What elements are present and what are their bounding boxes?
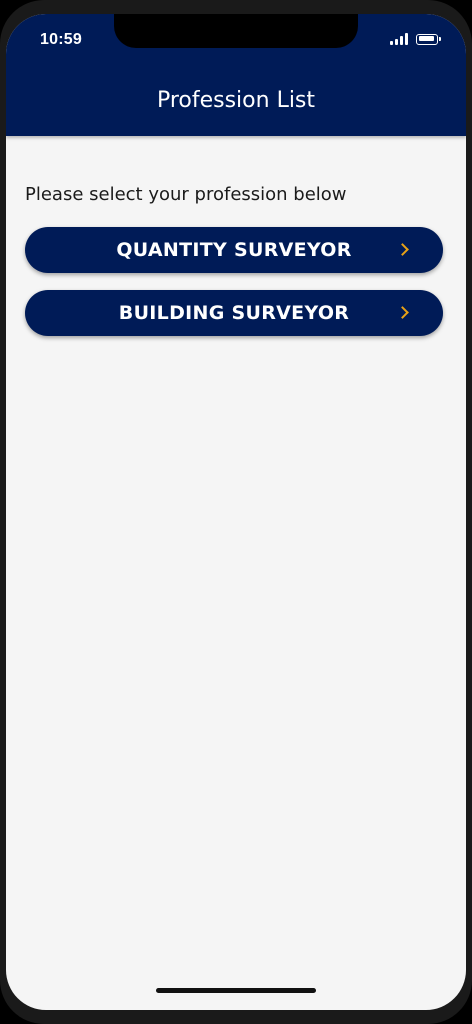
cellular-signal-icon	[390, 33, 408, 45]
profession-button-quantity-surveyor[interactable]: QUANTITY SURVEYOR	[25, 227, 443, 273]
profession-prompt: Please select your profession below	[25, 184, 347, 205]
home-indicator[interactable]	[156, 988, 316, 993]
profession-button-label: BUILDING SURVEYOR	[118, 302, 350, 324]
profession-button-label: QUANTITY SURVEYOR	[116, 239, 352, 261]
page-title: Profession List	[156, 88, 316, 113]
device-notch	[114, 14, 358, 48]
app-screen: 10:59 Profession List Please select your…	[6, 14, 466, 1010]
phone-frame: 10:59 Profession List Please select your…	[0, 0, 472, 1024]
app-header: 10:59 Profession List	[6, 14, 466, 136]
profession-button-building-surveyor[interactable]: BUILDING SURVEYOR	[25, 290, 443, 336]
battery-icon	[416, 33, 441, 45]
status-time: 10:59	[40, 31, 82, 48]
status-icons	[390, 33, 441, 45]
